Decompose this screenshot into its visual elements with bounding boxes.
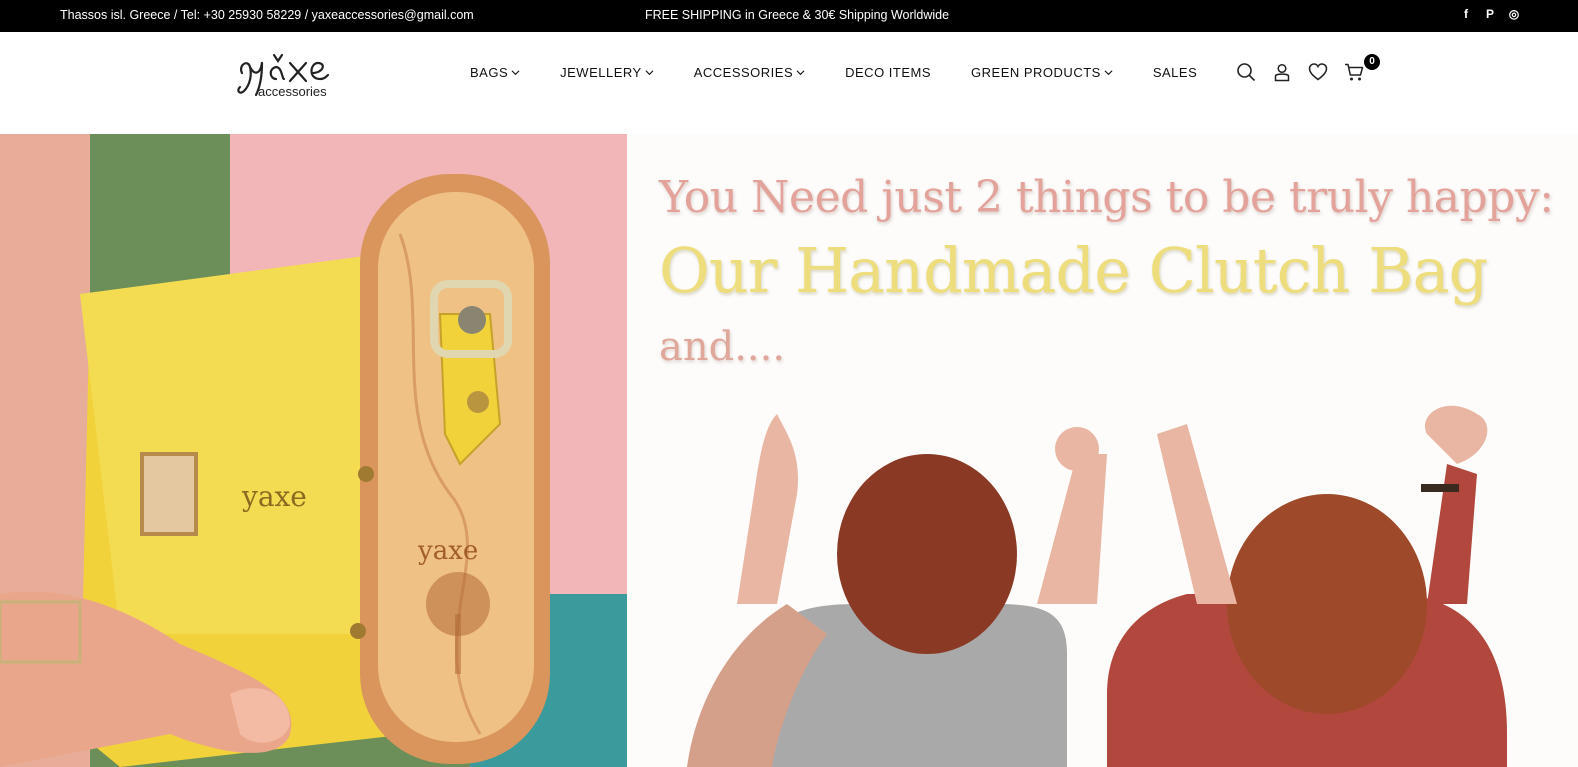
clutch-bag-photo: yaxe yaxe — [0, 134, 627, 767]
site-logo[interactable]: accessories — [236, 45, 356, 101]
chevron-down-icon — [511, 70, 520, 76]
instagram-icon[interactable]: ◎ — [1508, 7, 1520, 21]
nav-item-label: ACCESSORIES — [693, 65, 794, 80]
nav-item-label: BAGS — [470, 65, 509, 80]
nav-item-bags[interactable]: BAGS — [470, 65, 520, 80]
chevron-down-icon — [1104, 70, 1113, 76]
nav-item-label: SALES — [1152, 65, 1198, 80]
nav-item-accessories[interactable]: ACCESSORIES — [694, 65, 805, 80]
nav-item-sales[interactable]: SALES — [1153, 65, 1197, 80]
nav-item-green-products[interactable]: GREEN PRODUCTS — [971, 65, 1113, 80]
hero-banner[interactable]: yaxe yaxe You Need just 2 things to be t… — [0, 134, 1578, 767]
header-actions: 0 — [1236, 54, 1380, 82]
pinterest-icon[interactable]: P — [1484, 7, 1496, 21]
svg-text:yaxe: yaxe — [417, 536, 478, 566]
cart-count-badge: 0 — [1364, 54, 1380, 70]
nav-item-label: DECO ITEMS — [845, 65, 932, 80]
wishlist-icon[interactable] — [1308, 62, 1328, 82]
hero-promo-panel: You Need just 2 things to be truly happy… — [627, 134, 1578, 767]
main-navigation: BAGS JEWELLERY ACCESSORIES DECO ITEMS GR… — [470, 65, 1197, 80]
announcement-bar: Thassos isl. Greece / Tel: +30 25930 582… — [0, 0, 1578, 32]
hero-product-title: Our Handmade Clutch Bag — [659, 234, 1488, 307]
cart-button[interactable]: 0 — [1344, 54, 1380, 82]
hero-headline: You Need just 2 things to be truly happy… — [659, 172, 1554, 223]
facebook-icon[interactable]: f — [1460, 7, 1472, 21]
hero-subline: and.... — [659, 324, 786, 370]
cart-icon — [1345, 63, 1364, 81]
nav-item-label: JEWELLERY — [560, 65, 642, 80]
shipping-notice: FREE SHIPPING in Greece & 30€ Shipping W… — [645, 8, 950, 22]
contact-info: Thassos isl. Greece / Tel: +30 25930 582… — [60, 8, 474, 22]
chevron-down-icon — [796, 70, 805, 76]
site-header: accessories BAGS JEWELLERY ACCESSORIES D… — [0, 32, 1578, 134]
nav-item-label: GREEN PRODUCTS — [971, 65, 1101, 80]
svg-text:yaxe: yaxe — [241, 480, 307, 513]
nav-item-jewellery[interactable]: JEWELLERY — [560, 65, 654, 80]
social-links: f P ◎ — [1460, 7, 1520, 21]
svg-text:accessories: accessories — [258, 84, 327, 99]
nav-item-deco-items[interactable]: DECO ITEMS — [845, 65, 931, 80]
search-icon[interactable] — [1236, 62, 1256, 82]
account-icon[interactable] — [1272, 62, 1292, 82]
chevron-down-icon — [645, 70, 654, 76]
